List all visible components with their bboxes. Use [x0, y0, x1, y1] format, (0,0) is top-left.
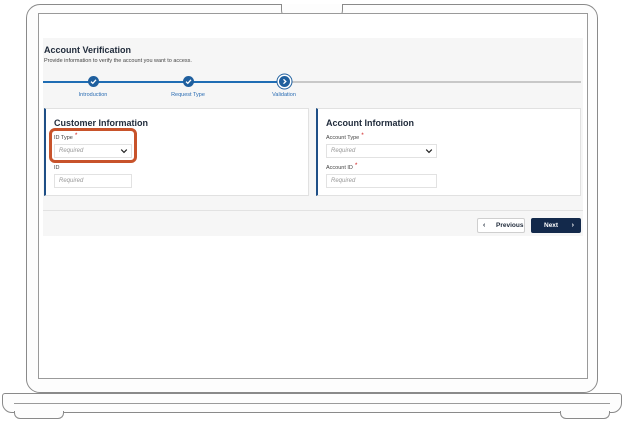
customer-information-title: Customer Information — [54, 118, 149, 128]
required-asterisk: * — [354, 162, 358, 169]
step-label-request-type[interactable]: Request Type — [171, 92, 205, 98]
laptop-foot-left — [14, 411, 64, 419]
step-label-validation[interactable]: Validation — [272, 92, 296, 98]
account-type-label-text: Account Type — [326, 135, 360, 141]
laptop-base-edge — [14, 403, 610, 404]
id-placeholder: Required — [59, 178, 84, 184]
step-label-introduction[interactable]: Introduction — [79, 92, 108, 98]
laptop-foot-right — [560, 411, 610, 419]
id-input[interactable]: Required — [54, 174, 132, 188]
customer-information-panel: Customer Information ID Type * Required I… — [44, 108, 309, 196]
account-information-panel: Account Information Account Type * Requir… — [316, 108, 581, 196]
id-type-label-text: ID Type — [54, 135, 73, 141]
step-request-type-check-icon[interactable] — [183, 76, 194, 87]
account-type-placeholder: Required — [331, 148, 356, 154]
next-button[interactable]: Next › — [531, 218, 581, 233]
account-id-input[interactable]: Required — [326, 174, 437, 188]
chevron-down-icon — [425, 149, 433, 154]
required-asterisk: * — [74, 132, 78, 139]
step-validation-chevron-right-icon[interactable] — [279, 76, 290, 87]
previous-button[interactable]: ‹ Previous — [477, 218, 525, 233]
previous-button-label: Previous — [496, 222, 524, 229]
account-information-title: Account Information — [326, 118, 414, 128]
id-type-label: ID Type * — [54, 132, 78, 141]
actions-divider — [43, 210, 583, 211]
page-title: Account Verification — [44, 45, 132, 55]
account-id-placeholder: Required — [331, 178, 356, 184]
account-type-label: Account Type * — [326, 132, 364, 141]
chevron-right-icon: › — [571, 222, 574, 229]
next-button-label: Next — [544, 222, 559, 229]
laptop-screen: Account Verification Provide information… — [38, 13, 588, 379]
account-id-label: Account ID * — [326, 162, 358, 171]
stepper-progress — [43, 81, 285, 83]
required-asterisk: * — [361, 132, 364, 139]
account-id-label-text: Account ID — [326, 165, 353, 171]
account-verification-form: Account Verification Provide information… — [43, 38, 583, 236]
id-label: ID — [54, 165, 60, 171]
account-type-select[interactable]: Required — [326, 144, 437, 158]
step-introduction-check-icon[interactable] — [88, 76, 99, 87]
id-type-placeholder: Required — [59, 148, 84, 154]
chevron-left-icon: ‹ — [483, 222, 486, 229]
id-type-select[interactable]: Required — [54, 144, 132, 158]
chevron-down-icon — [120, 149, 128, 154]
page-subtitle: Provide information to verify the accoun… — [44, 58, 192, 64]
